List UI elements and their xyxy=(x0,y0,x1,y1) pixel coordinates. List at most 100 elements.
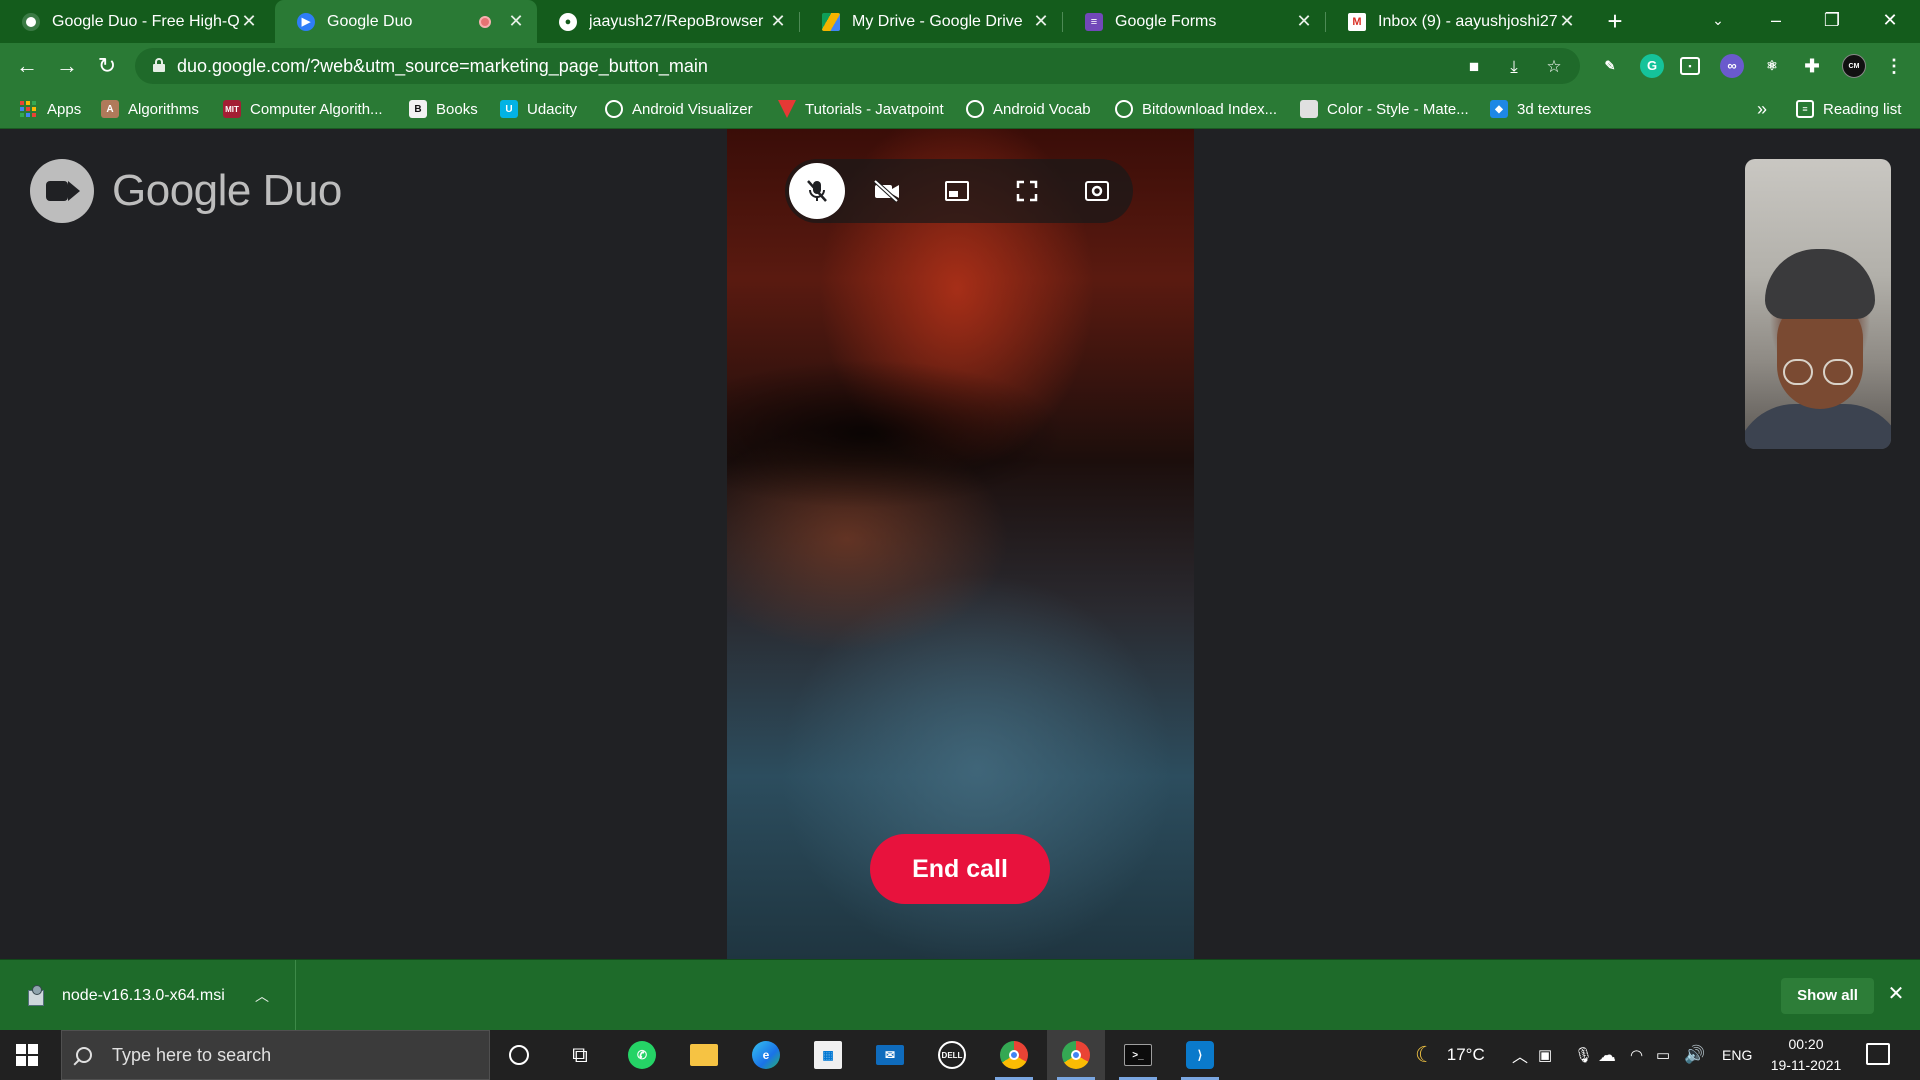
tab-duo-call[interactable]: ▶ Google Duo ✕ xyxy=(275,0,537,43)
address-bar[interactable]: duo.google.com/?web&utm_source=marketing… xyxy=(135,48,1580,84)
react-devtools-icon[interactable]: ⚛ xyxy=(1760,54,1784,78)
windows-start-icon[interactable] xyxy=(16,1044,38,1066)
pen-extension-icon[interactable]: ✎ xyxy=(1598,54,1622,78)
picture-in-picture-extension-icon[interactable]: ▪ xyxy=(1680,57,1700,75)
reading-list-button[interactable]: ≡ Reading list xyxy=(1796,89,1901,129)
bookmarks-overflow-button[interactable]: » xyxy=(1757,89,1767,129)
bookmark-label: 3d textures xyxy=(1517,100,1592,118)
taskbar-terminal[interactable]: >_ xyxy=(1109,1030,1167,1080)
taskbar-chrome-profile[interactable] xyxy=(985,1030,1043,1080)
taskbar-edge[interactable]: e xyxy=(737,1030,795,1080)
picture-in-picture-icon xyxy=(945,181,969,201)
google-duo-logo[interactable]: Google Duo xyxy=(30,159,342,223)
drive-icon xyxy=(822,12,840,31)
tab-close-icon[interactable]: ✕ xyxy=(1032,11,1050,32)
taskbar-vscode[interactable]: ⟩ xyxy=(1171,1030,1229,1080)
taskbar-mail[interactable]: ✉ xyxy=(861,1030,919,1080)
bookmark-bitdownload[interactable]: Bitdownload Index... xyxy=(1115,89,1277,129)
end-call-button[interactable]: End call xyxy=(870,834,1050,904)
download-item[interactable]: node-v16.13.0-x64.msi ︿ xyxy=(0,960,296,1031)
fullscreen-button[interactable] xyxy=(999,163,1055,219)
reload-button[interactable]: ↻ xyxy=(92,51,122,81)
onedrive-cloud-icon[interactable]: ☁ xyxy=(1598,1030,1616,1080)
show-hidden-icons-chevron-icon[interactable]: ︿ xyxy=(1512,1030,1528,1080)
taskbar-dell[interactable]: DELL xyxy=(923,1030,981,1080)
color-extension-icon[interactable]: ∞ xyxy=(1720,54,1744,78)
bookmark-label: Books xyxy=(436,100,478,118)
bookmark-udacity[interactable]: U Udacity xyxy=(500,89,577,129)
bookmark-android-vocab[interactable]: Android Vocab xyxy=(966,89,1091,129)
restore-button[interactable]: ❐ xyxy=(1804,0,1860,40)
bookmark-javatpoint[interactable]: Tutorials - Javatpoint xyxy=(778,89,944,129)
taskbar-store[interactable]: ▦ xyxy=(799,1030,857,1080)
lock-icon xyxy=(153,58,165,72)
self-video-preview xyxy=(1745,159,1891,449)
clock-date: 19-11-2021 xyxy=(1770,1057,1842,1073)
minimize-button[interactable]: – xyxy=(1748,0,1804,40)
chevron-up-icon[interactable]: ︿ xyxy=(255,986,269,1006)
wifi-icon[interactable]: ◠ xyxy=(1630,1030,1643,1080)
tab-close-icon[interactable]: ✕ xyxy=(1558,11,1576,32)
close-window-button[interactable]: ✕ xyxy=(1862,0,1918,40)
tab-close-icon[interactable]: ✕ xyxy=(240,11,258,32)
mute-microphone-button[interactable] xyxy=(789,163,845,219)
camera-in-use-icon[interactable]: ■ xyxy=(1463,56,1485,78)
tab-close-icon[interactable]: ✕ xyxy=(507,11,525,32)
tab-drive[interactable]: My Drive - Google Drive ✕ xyxy=(800,0,1062,43)
task-view-button[interactable]: ⧉ xyxy=(551,1030,609,1080)
battery-icon[interactable]: ▭ xyxy=(1656,1030,1670,1080)
bookmark-material-color[interactable]: Color - Style - Mate... xyxy=(1300,89,1469,129)
duo-logo-icon xyxy=(30,159,94,223)
cortana-button[interactable] xyxy=(490,1030,548,1080)
weather-widget[interactable]: ☾ 17°C xyxy=(1415,1030,1485,1080)
chrome-icon xyxy=(1062,1041,1090,1069)
tab-close-icon[interactable]: ✕ xyxy=(769,11,787,32)
tab-close-icon[interactable]: ✕ xyxy=(1295,11,1313,32)
forms-icon: ≡ xyxy=(1085,12,1103,31)
vscode-icon: ⟩ xyxy=(1186,1041,1214,1069)
bookmark-apps[interactable]: Apps xyxy=(20,89,81,129)
install-app-icon[interactable]: ⤓ xyxy=(1503,56,1525,78)
mail-icon: ✉ xyxy=(876,1045,904,1065)
meet-now-icon[interactable]: ▣ xyxy=(1538,1030,1552,1080)
mic-muted-icon xyxy=(807,180,827,202)
bookmark-android-visualizer[interactable]: Android Visualizer xyxy=(605,89,753,129)
tab-github[interactable]: ● jaayush27/RepoBrowser ✕ xyxy=(537,0,799,43)
back-button[interactable]: ← xyxy=(12,51,42,81)
taskbar-chrome[interactable] xyxy=(1047,1030,1105,1080)
volume-icon[interactable]: 🔊 xyxy=(1684,1030,1705,1080)
tab-gmail[interactable]: M Inbox (9) - aayushjoshi2709 ✕ xyxy=(1326,0,1588,43)
whatsapp-icon: ✆ xyxy=(628,1041,656,1069)
bookmark-algorithms[interactable]: A Algorithms xyxy=(101,89,199,129)
tab-forms[interactable]: ≡ Google Forms ✕ xyxy=(1063,0,1325,43)
logo-text: Google Duo xyxy=(112,166,342,215)
material-icon xyxy=(1300,100,1318,118)
camera-toggle-button[interactable] xyxy=(859,163,915,219)
weather-moon-icon: ☾ xyxy=(1415,1042,1435,1067)
settings-button[interactable] xyxy=(1069,163,1125,219)
forward-button[interactable]: → xyxy=(52,51,82,81)
new-tab-button[interactable]: + xyxy=(1600,6,1630,36)
url-text[interactable]: duo.google.com/?web&utm_source=marketing… xyxy=(177,56,708,77)
tab-duo-marketing[interactable]: Google Duo - Free High-Qu ✕ xyxy=(0,0,270,43)
bookmark-books[interactable]: B Books xyxy=(409,89,478,129)
taskbar-whatsapp[interactable]: ✆ xyxy=(613,1030,671,1080)
grammarly-icon[interactable]: G xyxy=(1640,54,1664,78)
picture-in-picture-button[interactable] xyxy=(929,163,985,219)
taskbar-search-box[interactable]: Type here to search xyxy=(61,1030,490,1080)
weather-temperature: 17°C xyxy=(1446,1045,1485,1064)
extensions-puzzle-icon[interactable]: ✚ xyxy=(1800,54,1824,78)
bookmark-3d-textures[interactable]: ◆ 3d textures xyxy=(1490,89,1591,129)
chrome-menu-icon[interactable]: ⋮ xyxy=(1882,54,1906,78)
taskbar-file-explorer[interactable] xyxy=(675,1030,733,1080)
tab-search-chevron-icon[interactable]: ⌄ xyxy=(1690,0,1746,40)
notification-center-icon[interactable] xyxy=(1866,1043,1890,1065)
bookmark-star-icon[interactable]: ☆ xyxy=(1543,56,1565,78)
bookmark-computer-algorithms[interactable]: MIT Computer Algorith... xyxy=(223,89,383,129)
system-clock[interactable]: 00:20 19-11-2021 xyxy=(1760,1034,1852,1076)
microphone-in-use-icon[interactable]: 🎙 xyxy=(1574,1030,1593,1080)
profile-avatar[interactable]: CM xyxy=(1842,54,1866,78)
input-language[interactable]: ENG xyxy=(1722,1030,1752,1080)
close-download-shelf-icon[interactable]: ✕ xyxy=(1884,982,1908,1006)
show-all-downloads-button[interactable]: Show all xyxy=(1781,978,1874,1014)
